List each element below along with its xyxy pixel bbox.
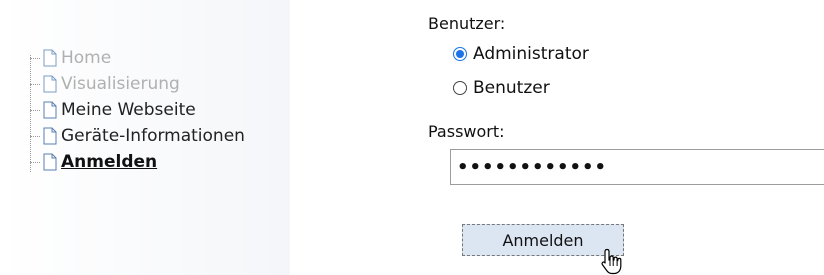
- radio-benutzer[interactable]: Benutzer: [453, 78, 550, 98]
- radio-button-unchecked[interactable]: [453, 81, 467, 95]
- tree-branch: [30, 109, 40, 111]
- nav-item-label: Geräte-Informationen: [61, 126, 245, 146]
- nav-item-label: Visualisierung: [61, 74, 180, 94]
- login-button[interactable]: Anmelden: [462, 224, 624, 256]
- nav-item-label: Home: [61, 48, 112, 68]
- navigation-panel: Home Visualisierung Meine Webseite Gerät…: [0, 0, 290, 275]
- nav-item-home[interactable]: Home: [26, 45, 245, 71]
- login-form: Benutzer: Administrator Benutzer Passwor…: [428, 0, 824, 275]
- nav-item-label: Meine Webseite: [61, 100, 196, 120]
- login-page: Home Visualisierung Meine Webseite Gerät…: [0, 0, 824, 275]
- tree-branch: [30, 57, 40, 59]
- nav-item-anmelden[interactable]: Anmelden: [26, 149, 245, 175]
- password-label: Passwort:: [428, 122, 505, 141]
- nav-item-label: Anmelden: [61, 152, 158, 172]
- document-icon: [42, 101, 58, 119]
- tree-branch: [30, 135, 40, 137]
- document-icon: [42, 75, 58, 93]
- nav-item-visualisierung[interactable]: Visualisierung: [26, 71, 245, 97]
- password-field[interactable]: [450, 149, 824, 185]
- user-label: Benutzer:: [428, 14, 506, 33]
- radio-label: Benutzer: [473, 78, 550, 98]
- tree-branch: [30, 83, 40, 85]
- nav-item-meine-webseite[interactable]: Meine Webseite: [26, 97, 245, 123]
- radio-button-checked[interactable]: [453, 47, 467, 61]
- radio-label: Administrator: [473, 44, 589, 64]
- navigation-tree: Home Visualisierung Meine Webseite Gerät…: [26, 45, 245, 175]
- document-icon: [42, 153, 58, 171]
- nav-item-geraete-informationen[interactable]: Geräte-Informationen: [26, 123, 245, 149]
- document-icon: [42, 127, 58, 145]
- radio-administrator[interactable]: Administrator: [453, 44, 589, 64]
- document-icon: [42, 49, 58, 67]
- tree-branch: [30, 161, 40, 163]
